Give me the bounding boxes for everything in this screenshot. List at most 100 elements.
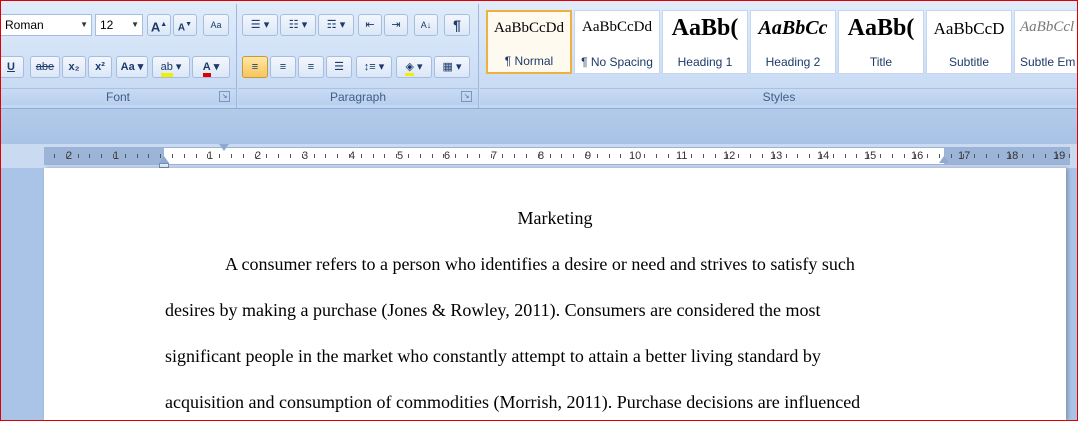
multilevel-list-icon: ☶ xyxy=(326,19,337,31)
ruler-tick xyxy=(762,154,763,158)
ruler-tick xyxy=(408,154,409,158)
ruler-tick xyxy=(609,154,610,158)
grow-font-button[interactable]: A▲ xyxy=(147,14,171,36)
justify-button[interactable]: ☰ xyxy=(326,56,352,78)
ruler-tick xyxy=(219,154,220,158)
style-name: Heading 1 xyxy=(677,55,733,69)
ruler-number: 15 xyxy=(864,150,877,162)
strikethrough-button[interactable]: abe xyxy=(30,56,60,78)
ruler-tick xyxy=(420,154,421,158)
first-line-indent-marker[interactable] xyxy=(219,144,229,151)
paragraph-line: A consumer refers to a person who identi… xyxy=(225,254,855,274)
increase-indent-button[interactable]: ⇥ xyxy=(384,14,408,36)
ruler-tick xyxy=(561,154,562,158)
font-color-button[interactable]: A ▾ xyxy=(192,56,230,78)
paragraph-line: desires by making a purchase (Jones & Ro… xyxy=(165,300,821,320)
style-subtitle[interactable]: AaBbCcD Subtitle xyxy=(926,10,1012,74)
document-page[interactable]: Marketing A consumer refers to a person … xyxy=(44,168,1066,421)
ruler-tick xyxy=(502,154,503,158)
change-case-label: Aa xyxy=(120,61,135,73)
style-name: Subtle Em xyxy=(1020,55,1076,69)
align-right-button[interactable]: ≡ xyxy=(298,56,324,78)
style-normal[interactable]: AaBbCcDd ¶ Normal xyxy=(486,10,572,74)
decrease-indent-button[interactable]: ⇤ xyxy=(358,14,382,36)
ruler-tick xyxy=(1022,154,1023,158)
ruler-tick xyxy=(514,154,515,158)
ribbon-separator-band xyxy=(0,108,1078,145)
ruler-tick xyxy=(821,154,822,158)
style-heading-1[interactable]: AaBb( Heading 1 xyxy=(662,10,748,74)
ruler-tick xyxy=(856,154,857,158)
ruler-number: 19 xyxy=(1053,150,1066,162)
ruler-tick xyxy=(644,154,645,158)
highlight-button[interactable]: ab ▾ xyxy=(152,56,190,78)
chevron-down-icon[interactable]: ▼ xyxy=(131,15,139,35)
ruler-tick xyxy=(1045,154,1046,158)
chevron-down-icon[interactable]: ▼ xyxy=(80,15,88,35)
ruler-tick xyxy=(361,154,362,158)
show-formatting-button[interactable]: ¶ xyxy=(444,14,470,36)
bullets-button[interactable]: ☰ ▾ xyxy=(242,14,278,36)
superscript-button[interactable]: x² xyxy=(88,56,112,78)
line-spacing-icon: ↕≡ xyxy=(363,61,376,73)
ruler-number: 6 xyxy=(444,150,451,162)
bullets-icon: ☰ xyxy=(250,19,261,31)
font-dialog-launcher-icon[interactable]: ↘ xyxy=(219,91,230,102)
shrink-font-button[interactable]: A▼ xyxy=(173,14,197,36)
style-subtle-emphasis[interactable]: AaBbCcl Subtle Em xyxy=(1014,10,1078,74)
ruler-tick xyxy=(207,154,208,158)
style-sample: AaBbCcDd xyxy=(582,19,652,35)
clear-formatting-button[interactable]: Aa xyxy=(203,14,229,36)
ruler-tick xyxy=(573,154,574,158)
hanging-indent-marker[interactable] xyxy=(159,156,169,163)
paragraph-dialog-launcher-icon[interactable]: ↘ xyxy=(461,91,472,102)
ruler-tick xyxy=(620,154,621,158)
sort-icon: A↓ xyxy=(420,20,432,30)
right-indent-marker[interactable] xyxy=(939,156,949,163)
align-center-button[interactable]: ≡ xyxy=(270,56,296,78)
horizontal-ruler[interactable]: 2 1 1 2 3 4 5 6 7 8 9 10 11 12 13 14 15 … xyxy=(44,147,1070,165)
justify-icon: ☰ xyxy=(334,61,344,73)
numbering-button[interactable]: ☷ ▾ xyxy=(280,14,316,36)
align-left-button[interactable]: ≡ xyxy=(242,56,268,78)
change-case-button[interactable]: Aa ▾ xyxy=(116,56,148,78)
style-no-spacing[interactable]: AaBbCcDd ¶ No Spacing xyxy=(574,10,660,74)
ruler-number: 11 xyxy=(676,150,688,162)
ruler-number: 14 xyxy=(817,150,830,162)
ruler-tick xyxy=(137,154,138,158)
style-name: ¶ No Spacing xyxy=(581,55,653,69)
ruler-tick xyxy=(54,154,55,158)
ruler-tick xyxy=(963,154,964,158)
ruler-tick xyxy=(266,154,267,158)
ruler-tick xyxy=(172,154,173,158)
ruler-tick xyxy=(337,154,338,158)
line-spacing-button[interactable]: ↕≡ ▾ xyxy=(356,56,392,78)
paragraph-line: significant people in the market who con… xyxy=(165,346,821,366)
underline-label: U xyxy=(7,61,15,73)
ruler-tick xyxy=(585,154,586,158)
font-size-combo[interactable]: 12 ▼ xyxy=(95,14,143,36)
ruler-number: 13 xyxy=(770,150,783,162)
ruler-tick xyxy=(668,154,669,158)
font-name-combo[interactable]: Roman ▼ xyxy=(0,14,92,36)
borders-button[interactable]: ▦ ▾ xyxy=(434,56,470,78)
subscript-label: x₂ xyxy=(68,61,80,73)
style-title[interactable]: AaBb( Title xyxy=(838,10,924,74)
ruler-tick xyxy=(774,154,775,158)
ruler-tick xyxy=(66,154,67,158)
ruler-tick xyxy=(738,154,739,158)
ruler-tick xyxy=(904,154,905,158)
multilevel-list-button[interactable]: ☶ ▾ xyxy=(318,14,354,36)
grow-font-label: A xyxy=(150,19,161,35)
shading-button[interactable]: ◈ ▾ xyxy=(396,56,432,78)
subscript-button[interactable]: x₂ xyxy=(62,56,86,78)
paint-bucket-icon: ◈ xyxy=(405,61,414,76)
underline-button[interactable]: U xyxy=(0,56,24,78)
style-sample: AaBbCc xyxy=(758,17,828,39)
clear-formatting-label: Aa xyxy=(210,20,222,30)
sort-button[interactable]: A↓ xyxy=(414,14,438,36)
ruler-tick xyxy=(325,154,326,158)
style-heading-2[interactable]: AaBbCc Heading 2 xyxy=(750,10,836,74)
style-sample: AaBb( xyxy=(847,15,915,41)
ruler-tick xyxy=(314,154,315,158)
